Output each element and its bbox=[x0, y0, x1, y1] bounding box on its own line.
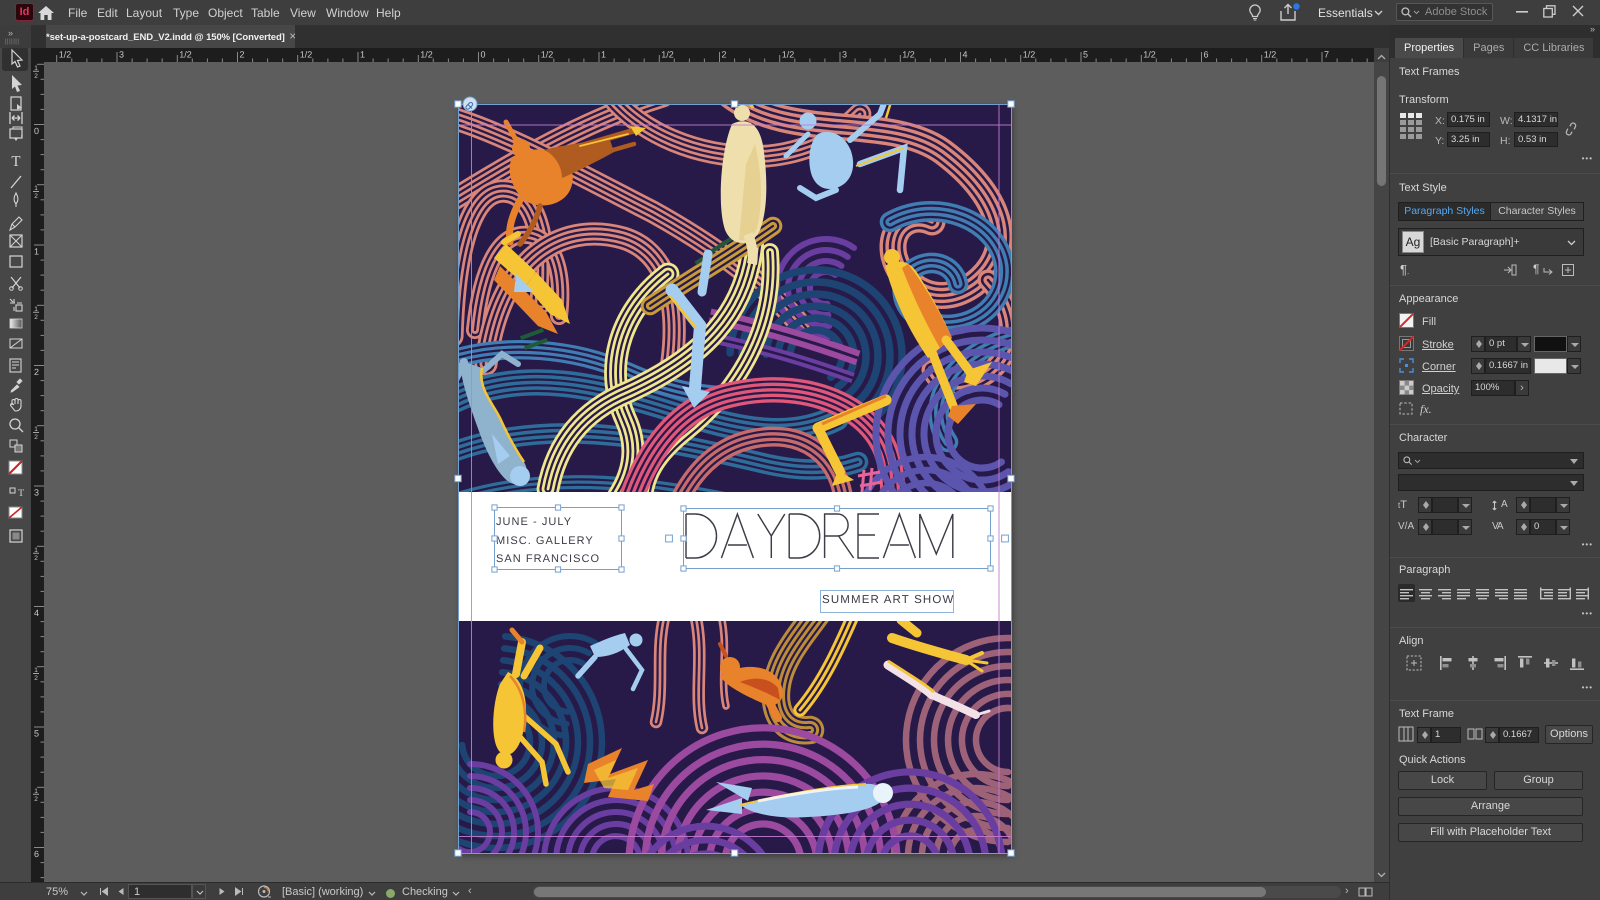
svg-text:2: 2 bbox=[34, 193, 38, 200]
svg-text:6: 6 bbox=[1204, 50, 1209, 60]
svg-text:1: 1 bbox=[360, 50, 365, 60]
svg-text:1/2: 1/2 bbox=[541, 50, 554, 60]
svg-text:2: 2 bbox=[34, 73, 38, 80]
svg-text:3: 3 bbox=[34, 488, 39, 498]
svg-text:1: 1 bbox=[34, 306, 38, 313]
svg-text:5: 5 bbox=[34, 729, 39, 739]
svg-text:2: 2 bbox=[722, 50, 727, 60]
svg-text:1: 1 bbox=[34, 65, 38, 72]
svg-text:1: 1 bbox=[34, 667, 38, 674]
svg-text:1: 1 bbox=[34, 426, 38, 433]
svg-text:4: 4 bbox=[34, 608, 39, 618]
svg-text:1/2: 1/2 bbox=[300, 50, 313, 60]
svg-text:1/2: 1/2 bbox=[59, 50, 72, 60]
svg-text:6: 6 bbox=[34, 849, 39, 859]
svg-text:0: 0 bbox=[481, 50, 486, 60]
svg-text:1/2: 1/2 bbox=[1264, 50, 1277, 60]
svg-text:1: 1 bbox=[34, 185, 38, 192]
svg-text:2: 2 bbox=[34, 314, 38, 321]
svg-text:1/2: 1/2 bbox=[661, 50, 674, 60]
svg-text:1/2: 1/2 bbox=[782, 50, 795, 60]
svg-text:1/2: 1/2 bbox=[420, 50, 433, 60]
svg-text:1: 1 bbox=[34, 788, 38, 795]
svg-text:1: 1 bbox=[34, 247, 39, 257]
svg-text:1: 1 bbox=[34, 547, 38, 554]
svg-text:1: 1 bbox=[601, 50, 606, 60]
svg-text:MISC. GALLERY: MISC. GALLERY bbox=[496, 535, 594, 547]
svg-text:2: 2 bbox=[34, 367, 39, 377]
svg-text:3: 3 bbox=[119, 50, 124, 60]
svg-text:2: 2 bbox=[34, 796, 38, 803]
svg-text:3: 3 bbox=[842, 50, 847, 60]
svg-text:1/2: 1/2 bbox=[1023, 50, 1036, 60]
svg-text:1/2: 1/2 bbox=[1143, 50, 1156, 60]
svg-text:T: T bbox=[11, 154, 20, 170]
svg-text:7: 7 bbox=[1324, 50, 1329, 60]
svg-text:T: T bbox=[18, 488, 24, 499]
svg-text:SUMMER ART SHOW: SUMMER ART SHOW bbox=[822, 594, 954, 606]
svg-text:2: 2 bbox=[240, 50, 245, 60]
svg-text:5: 5 bbox=[1083, 50, 1088, 60]
svg-text:2: 2 bbox=[34, 434, 38, 441]
svg-text:JUNE - JULY: JUNE - JULY bbox=[496, 516, 572, 528]
svg-text:2: 2 bbox=[34, 555, 38, 562]
svg-text:0: 0 bbox=[34, 126, 39, 136]
svg-text:4: 4 bbox=[963, 50, 968, 60]
svg-text:1/2: 1/2 bbox=[179, 50, 192, 60]
svg-text:2: 2 bbox=[34, 675, 38, 682]
svg-text:1/2: 1/2 bbox=[902, 50, 915, 60]
svg-text:SAN FRANCISCO: SAN FRANCISCO bbox=[496, 553, 600, 565]
